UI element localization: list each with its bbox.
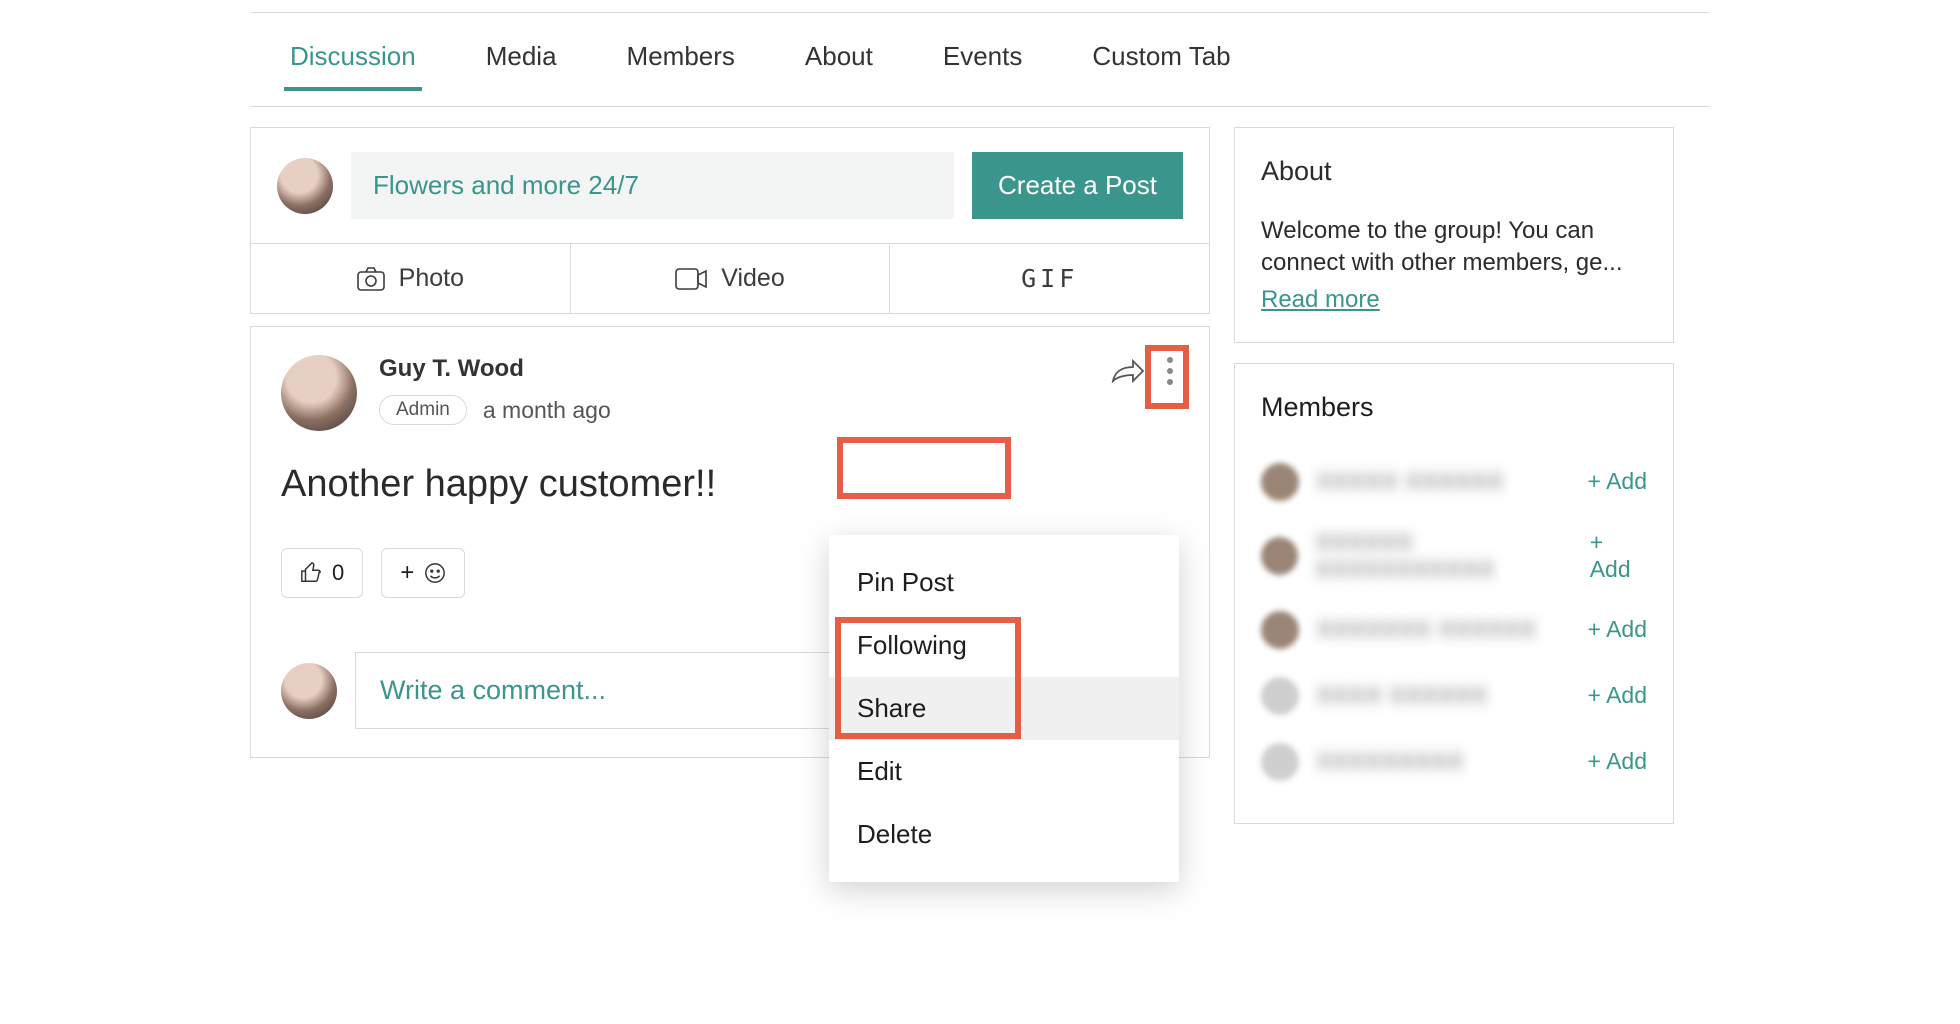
- compose-input[interactable]: Flowers and more 24/7: [351, 152, 954, 219]
- gif-label: GIF: [1021, 264, 1078, 293]
- avatar: [1261, 743, 1299, 781]
- annotation-highlight: [837, 437, 1011, 499]
- member-name: XXXXXXXXX: [1317, 748, 1464, 775]
- about-panel: About Welcome to the group! You can conn…: [1234, 127, 1674, 343]
- member-row: XXXX XXXXXX + Add: [1261, 663, 1647, 729]
- tabs-bar: Discussion Media Members About Events Cu…: [250, 13, 1710, 107]
- add-member-button[interactable]: + Add: [1590, 529, 1647, 583]
- member-row: XXXXX XXXXXX + Add: [1261, 449, 1647, 515]
- tab-events[interactable]: Events: [943, 41, 1023, 90]
- add-reaction-button[interactable]: +: [381, 548, 465, 598]
- members-panel: Members XXXXX XXXXXX + Add XXXXXX XXXXXX…: [1234, 363, 1674, 824]
- add-member-button[interactable]: + Add: [1588, 748, 1647, 775]
- annotation-highlight: [835, 617, 1021, 739]
- member-row: XXXXXXX XXXXXX + Add: [1261, 597, 1647, 663]
- camera-icon: [357, 267, 385, 291]
- menu-delete[interactable]: Delete: [829, 803, 1179, 866]
- post-time: a month ago: [483, 397, 611, 424]
- tab-about[interactable]: About: [805, 41, 873, 90]
- avatar: [277, 158, 333, 214]
- member-name: XXXX XXXXXX: [1317, 682, 1488, 709]
- avatar: [1261, 537, 1298, 575]
- avatar: [281, 663, 337, 719]
- add-member-button[interactable]: + Add: [1588, 616, 1647, 643]
- avatar: [1261, 463, 1299, 501]
- tab-media[interactable]: Media: [486, 41, 557, 90]
- members-title: Members: [1261, 392, 1647, 423]
- like-count: 0: [332, 560, 344, 586]
- about-title: About: [1261, 156, 1647, 187]
- create-post-button[interactable]: Create a Post: [972, 152, 1183, 219]
- share-icon[interactable]: [1111, 359, 1145, 383]
- tab-custom[interactable]: Custom Tab: [1092, 41, 1230, 90]
- add-video-button[interactable]: Video: [571, 244, 891, 313]
- annotation-highlight: [1145, 345, 1189, 409]
- avatar: [1261, 611, 1299, 649]
- member-row: XXXXXXXXX + Add: [1261, 729, 1647, 795]
- about-text: Welcome to the group! You can connect wi…: [1261, 215, 1647, 280]
- role-badge: Admin: [379, 395, 467, 425]
- emoji-icon: [424, 562, 446, 584]
- menu-edit[interactable]: Edit: [829, 740, 1179, 803]
- member-name: XXXXX XXXXXX: [1317, 468, 1504, 495]
- menu-pin-post[interactable]: Pin Post: [829, 551, 1179, 614]
- add-member-button[interactable]: + Add: [1588, 682, 1647, 709]
- post-author[interactable]: Guy T. Wood: [379, 355, 611, 383]
- add-member-button[interactable]: + Add: [1588, 468, 1647, 495]
- tab-members[interactable]: Members: [627, 41, 735, 90]
- avatar: [281, 355, 357, 431]
- member-row: XXXXXX XXXXXXXXXXX + Add: [1261, 515, 1647, 597]
- member-name: XXXXXXX XXXXXX: [1317, 616, 1537, 643]
- post-composer: Flowers and more 24/7 Create a Post Phot…: [250, 127, 1210, 314]
- plus-icon: +: [400, 559, 414, 587]
- post-card: Guy T. Wood Admin a month ago Another ha…: [250, 326, 1210, 758]
- add-photo-button[interactable]: Photo: [251, 244, 571, 313]
- video-icon: [675, 268, 707, 290]
- member-name: XXXXXX XXXXXXXXXXX: [1316, 529, 1590, 583]
- thumbs-up-icon: [300, 562, 322, 584]
- read-more-link[interactable]: Read more: [1261, 286, 1380, 314]
- add-gif-button[interactable]: GIF: [890, 244, 1209, 313]
- avatar: [1261, 677, 1299, 715]
- like-button[interactable]: 0: [281, 548, 363, 598]
- photo-label: Photo: [399, 264, 464, 293]
- tab-discussion[interactable]: Discussion: [290, 41, 416, 90]
- video-label: Video: [721, 264, 785, 293]
- post-body: Another happy customer!!: [281, 463, 1179, 506]
